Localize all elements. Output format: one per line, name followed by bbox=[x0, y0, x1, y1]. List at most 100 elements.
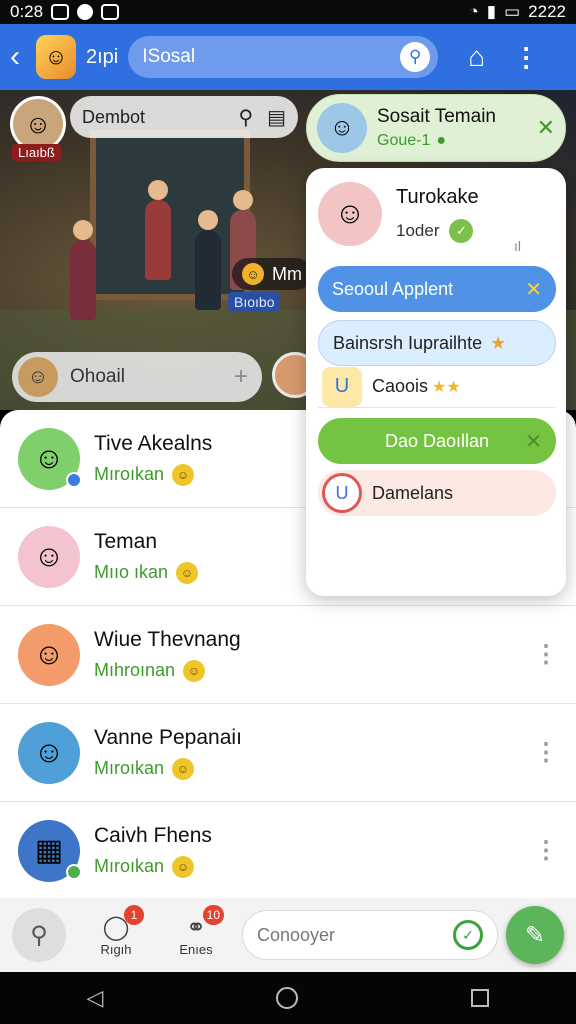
coin-icon: ☺ bbox=[183, 659, 206, 682]
more-icon[interactable]: ⋮ bbox=[534, 836, 558, 865]
list-item[interactable]: ▦ Caivh Fhens Mıroıkan ☺ ⋮ bbox=[0, 802, 576, 900]
avatar: ☺ bbox=[18, 525, 80, 588]
back-icon[interactable]: ‹ bbox=[10, 40, 36, 74]
status-right-time: 2222 bbox=[528, 2, 566, 21]
bottom-item-label: Enıes bbox=[179, 942, 213, 957]
friend-name: Tive Akealns bbox=[94, 431, 213, 455]
star-icon: ★ bbox=[490, 332, 507, 353]
wifi-icon: ◔ bbox=[468, 2, 479, 21]
voice-button[interactable]: ⚲ bbox=[12, 908, 66, 962]
search-input[interactable]: ISosal ⚲ bbox=[128, 36, 439, 78]
coin-icon: ☺ bbox=[176, 561, 199, 584]
more-icon[interactable]: ⋮ bbox=[534, 738, 558, 767]
avatar[interactable]: ☺ bbox=[318, 182, 382, 246]
option-label: Bainsrsh Iuprailhte bbox=[333, 332, 483, 353]
app-notification-icon bbox=[77, 4, 94, 20]
avatar: ☺ bbox=[18, 721, 80, 784]
mini-label: Mm bbox=[272, 263, 302, 284]
compose-button[interactable]: ✎ bbox=[506, 906, 564, 964]
bottom-item-label: Rıgıh bbox=[100, 942, 132, 957]
bottom-item-1[interactable]: ◯ Rıgıh 1 bbox=[86, 905, 146, 957]
more-icon[interactable]: ⋮ bbox=[513, 42, 539, 73]
coin-icon: ☺ bbox=[172, 463, 195, 486]
friend-card-name: Turokake bbox=[396, 185, 479, 208]
scene-search-text: Dembot bbox=[82, 106, 146, 127]
friend-popup-sub: Goue-1 bbox=[377, 132, 431, 149]
chat-icon[interactable]: ✓ bbox=[449, 218, 474, 243]
friend-name: Vanne Pepanaiı bbox=[94, 725, 242, 749]
list-item[interactable]: ☺ Wiue Thevnang Mıhroınan ☺ ⋮ bbox=[0, 606, 576, 704]
bottom-bar: ⚲ ◯ Rıgıh 1 ⚭ Enıes 10 Conooyer ✓ bbox=[0, 898, 576, 972]
coin-icon: ☺ bbox=[172, 757, 195, 780]
friend-card-header: ☺ Turokake 1oder ✓ ıl bbox=[318, 182, 521, 254]
friend-popup-card: ☺ Turokake 1oder ✓ ıl Seooul Applent ✕ B… bbox=[306, 168, 566, 596]
online-indicator bbox=[66, 863, 82, 880]
notification-badge: 1 bbox=[124, 905, 144, 925]
back-nav-icon[interactable]: ◁ bbox=[87, 985, 104, 1011]
app-bar: ‹ ☺ 2ıpi ISosal ⚲ ⌂ ⋮ bbox=[0, 24, 576, 90]
online-indicator bbox=[66, 471, 82, 488]
option-caoois[interactable]: U Caoois ★★ bbox=[318, 366, 556, 408]
battery-icon: ▭ bbox=[504, 2, 521, 21]
signal-icon: ▮ bbox=[486, 2, 497, 21]
gallery-icon[interactable]: ▤ bbox=[267, 105, 286, 130]
friend-status: Mııo ıkan bbox=[94, 562, 169, 582]
option-bainsrsh[interactable]: Bainsrsh Iuprailhte ★ bbox=[318, 320, 556, 366]
message-input[interactable]: Conooyer ✓ bbox=[242, 910, 498, 960]
message-placeholder: Conooyer bbox=[257, 924, 336, 945]
search-icon[interactable]: ⚲ bbox=[400, 42, 431, 72]
app-avatar[interactable]: ☺ bbox=[36, 35, 76, 79]
nav-bar: ◁ bbox=[0, 972, 576, 1024]
search-icon[interactable]: ⚲ bbox=[238, 105, 253, 130]
avatar: ☺ bbox=[317, 103, 367, 153]
friend-status: Mıroıkan bbox=[94, 758, 165, 778]
close-icon[interactable]: ✕ bbox=[525, 429, 542, 454]
option-dao-daoillan[interactable]: Dao Daoıllan ✕ bbox=[318, 418, 556, 464]
option-label: Seooul Applent bbox=[332, 278, 454, 299]
avatar: ☺ bbox=[18, 427, 82, 490]
avatar: ☺ bbox=[18, 357, 58, 397]
friend-status: Mıhroınan bbox=[94, 660, 176, 680]
list-item[interactable]: ☺ Vanne Pepanaiı Mıroıkan ☺ ⋮ bbox=[0, 704, 576, 802]
more-icon[interactable]: ⋮ bbox=[534, 640, 558, 669]
option-social-applent[interactable]: Seooul Applent ✕ bbox=[318, 266, 556, 312]
notification-icon bbox=[51, 4, 70, 20]
friend-popup-header[interactable]: ☺ Sosait Temain Goue-1 ● ✕ bbox=[306, 94, 566, 162]
status-time: 0:28 bbox=[10, 2, 44, 21]
status-bar: 0:28 ◔ ▮ ▭ 2222 bbox=[0, 0, 576, 24]
close-icon[interactable]: ✕ bbox=[525, 277, 542, 302]
send-icon[interactable]: ✓ bbox=[453, 920, 483, 950]
bottom-item-2[interactable]: ⚭ Enıes 10 bbox=[166, 905, 226, 957]
app-title: 2ıpi bbox=[86, 45, 119, 68]
npc-character[interactable] bbox=[145, 180, 171, 280]
notification-badge: 10 bbox=[202, 905, 224, 925]
mini-badge[interactable]: ☺ Mm bbox=[232, 258, 312, 290]
gallery-icon bbox=[101, 4, 120, 20]
option-damelans[interactable]: U Damelans bbox=[318, 470, 556, 516]
shield-icon: U bbox=[322, 473, 362, 513]
avatar: ☺ bbox=[18, 623, 80, 686]
avatar: ▦ bbox=[18, 819, 82, 882]
scene-chat-placeholder: Ohoail bbox=[70, 366, 125, 387]
option-label: Caoois bbox=[372, 376, 429, 396]
player-tag: Lıaıbß bbox=[12, 144, 61, 161]
npc-character[interactable] bbox=[70, 220, 96, 320]
scene-chat-input[interactable]: ☺ Ohoail + bbox=[12, 352, 262, 402]
friend-name: Wiue Thevnang bbox=[94, 627, 241, 651]
close-icon[interactable]: ✕ bbox=[537, 115, 555, 141]
npc-character[interactable] bbox=[195, 210, 221, 310]
coin-icon: ☺ bbox=[172, 855, 195, 878]
friend-popup-title: Sosait Temain bbox=[377, 106, 496, 127]
star-icon: ★★ bbox=[432, 378, 461, 396]
home-nav-icon[interactable] bbox=[276, 987, 299, 1009]
scene-search-bar[interactable]: Dembot ⚲ ▤ bbox=[70, 96, 298, 138]
chat-icon: ● bbox=[436, 132, 447, 149]
coin-icon: ☺ bbox=[242, 263, 264, 285]
mini-sub-label: Bıoıbo bbox=[228, 292, 281, 312]
search-text: ISosal bbox=[142, 46, 196, 67]
friend-name: Teman bbox=[94, 529, 158, 553]
recents-nav-icon[interactable] bbox=[471, 989, 490, 1007]
friend-status: Mıroıkan bbox=[94, 856, 165, 876]
add-icon[interactable]: + bbox=[234, 363, 248, 391]
home-icon[interactable]: ⌂ bbox=[468, 41, 485, 73]
